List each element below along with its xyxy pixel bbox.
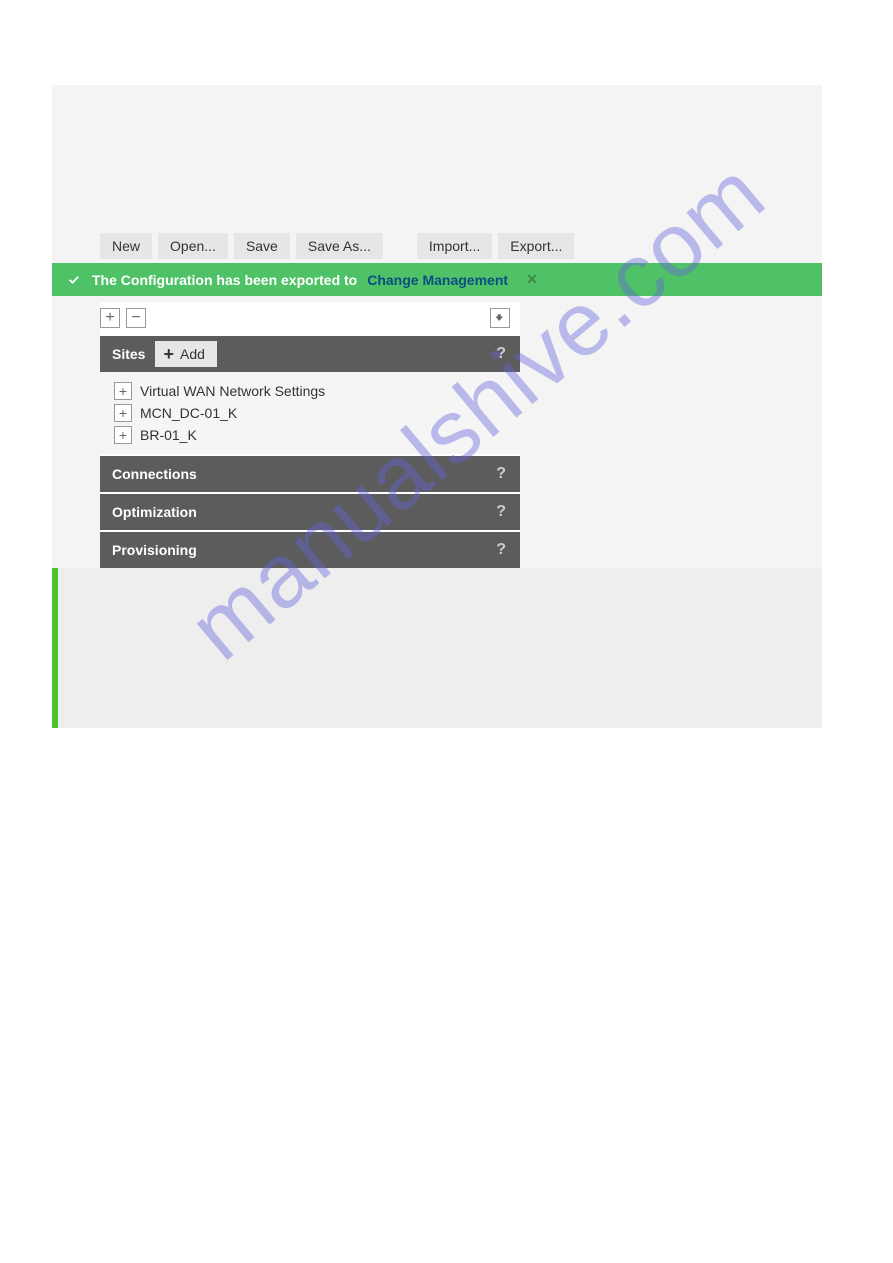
- help-icon[interactable]: ?: [496, 345, 506, 363]
- expand-icon[interactable]: [114, 404, 132, 422]
- tree-item-label: BR-01_K: [140, 427, 197, 443]
- tree-item-mcn[interactable]: MCN_DC-01_K: [114, 402, 506, 424]
- connections-label: Connections: [112, 466, 197, 482]
- expand-all-icon[interactable]: [100, 308, 120, 328]
- export-button[interactable]: Export...: [498, 233, 574, 259]
- tree-item-label: Virtual WAN Network Settings: [140, 383, 325, 399]
- quote-block: [52, 568, 822, 728]
- help-icon[interactable]: ?: [496, 465, 506, 483]
- tree-item-label: MCN_DC-01_K: [140, 405, 237, 421]
- add-site-button[interactable]: + Add: [155, 341, 216, 367]
- save-as-button[interactable]: Save As...: [296, 233, 383, 259]
- optimization-label: Optimization: [112, 504, 197, 520]
- sites-label: Sites: [112, 346, 145, 362]
- save-button[interactable]: Save: [234, 233, 290, 259]
- help-icon[interactable]: ?: [496, 541, 506, 559]
- tree-item-br[interactable]: BR-01_K: [114, 424, 506, 446]
- toolbar-area: New Open... Save Save As... Import... Ex…: [52, 85, 822, 259]
- provisioning-header[interactable]: Provisioning ?: [100, 532, 520, 568]
- sites-header[interactable]: Sites + Add ?: [100, 336, 520, 372]
- toolbar-group-file: New Open... Save Save As...: [100, 233, 383, 259]
- toolbar-separator: [389, 233, 411, 259]
- optimization-header[interactable]: Optimization ?: [100, 494, 520, 530]
- collapse-all-icon[interactable]: [126, 308, 146, 328]
- tree-controls: [100, 302, 520, 334]
- success-banner: The Configuration has been exported to C…: [52, 263, 822, 296]
- provisioning-label: Provisioning: [112, 542, 197, 558]
- change-management-link[interactable]: Change Management: [367, 272, 508, 288]
- open-button[interactable]: Open...: [158, 233, 228, 259]
- toolbar-group-io: Import... Export...: [417, 233, 575, 259]
- check-icon: [66, 272, 82, 288]
- app-area: New Open... Save Save As... Import... Ex…: [52, 85, 822, 728]
- export-tree-icon[interactable]: [490, 308, 510, 328]
- new-button[interactable]: New: [100, 233, 152, 259]
- connections-header[interactable]: Connections ?: [100, 456, 520, 492]
- tree-item-wan-settings[interactable]: Virtual WAN Network Settings: [114, 380, 506, 402]
- add-label: Add: [180, 346, 205, 362]
- expand-icon[interactable]: [114, 382, 132, 400]
- banner-message: The Configuration has been exported to: [92, 272, 357, 288]
- expand-icon[interactable]: [114, 426, 132, 444]
- close-icon[interactable]: ✕: [526, 271, 538, 288]
- import-button[interactable]: Import...: [417, 233, 492, 259]
- tree-panel: Sites + Add ? Virtual WAN Network Settin…: [100, 302, 520, 568]
- sites-tree: Virtual WAN Network Settings MCN_DC-01_K…: [100, 372, 520, 454]
- help-icon[interactable]: ?: [496, 503, 506, 521]
- toolbar: New Open... Save Save As... Import... Ex…: [100, 233, 822, 259]
